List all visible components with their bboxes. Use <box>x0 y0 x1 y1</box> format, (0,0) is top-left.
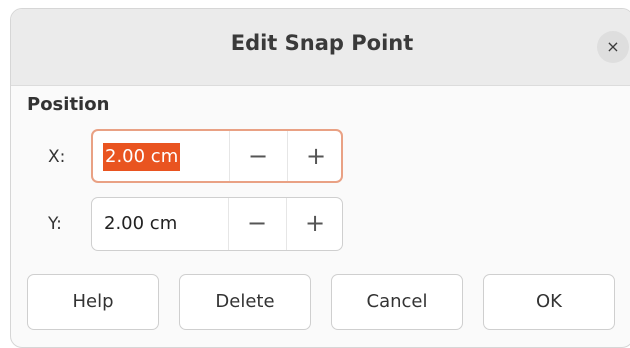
close-button[interactable]: × <box>597 31 629 63</box>
help-button[interactable]: Help <box>27 274 159 330</box>
y-decrement-button[interactable]: − <box>229 198 285 250</box>
close-icon: × <box>606 37 620 56</box>
ok-button[interactable]: OK <box>483 274 615 330</box>
x-increment-button[interactable]: + <box>288 131 344 181</box>
title-bar: Edit Snap Point × <box>11 9 630 86</box>
minus-icon: − <box>246 209 268 237</box>
x-label: X: <box>48 147 66 167</box>
y-label: Y: <box>48 214 62 234</box>
cancel-button[interactable]: Cancel <box>331 274 463 330</box>
plus-icon: + <box>305 142 327 170</box>
delete-button[interactable]: Delete <box>179 274 311 330</box>
position-section-label: Position <box>27 94 110 115</box>
y-input[interactable]: 2.00 cm <box>102 210 179 238</box>
x-input[interactable]: 2.00 cm <box>103 143 181 171</box>
plus-icon: + <box>304 209 326 237</box>
dialog-title: Edit Snap Point <box>230 31 414 55</box>
y-increment-button[interactable]: + <box>287 198 343 250</box>
minus-icon: − <box>247 142 269 170</box>
y-spin-field: 2.00 cm − + <box>91 197 343 251</box>
x-spin-field: 2.00 cm − + <box>91 129 343 183</box>
edit-snap-point-dialog: Edit Snap Point × Position X: 2.00 cm − … <box>10 8 630 348</box>
x-decrement-button[interactable]: − <box>230 131 286 181</box>
